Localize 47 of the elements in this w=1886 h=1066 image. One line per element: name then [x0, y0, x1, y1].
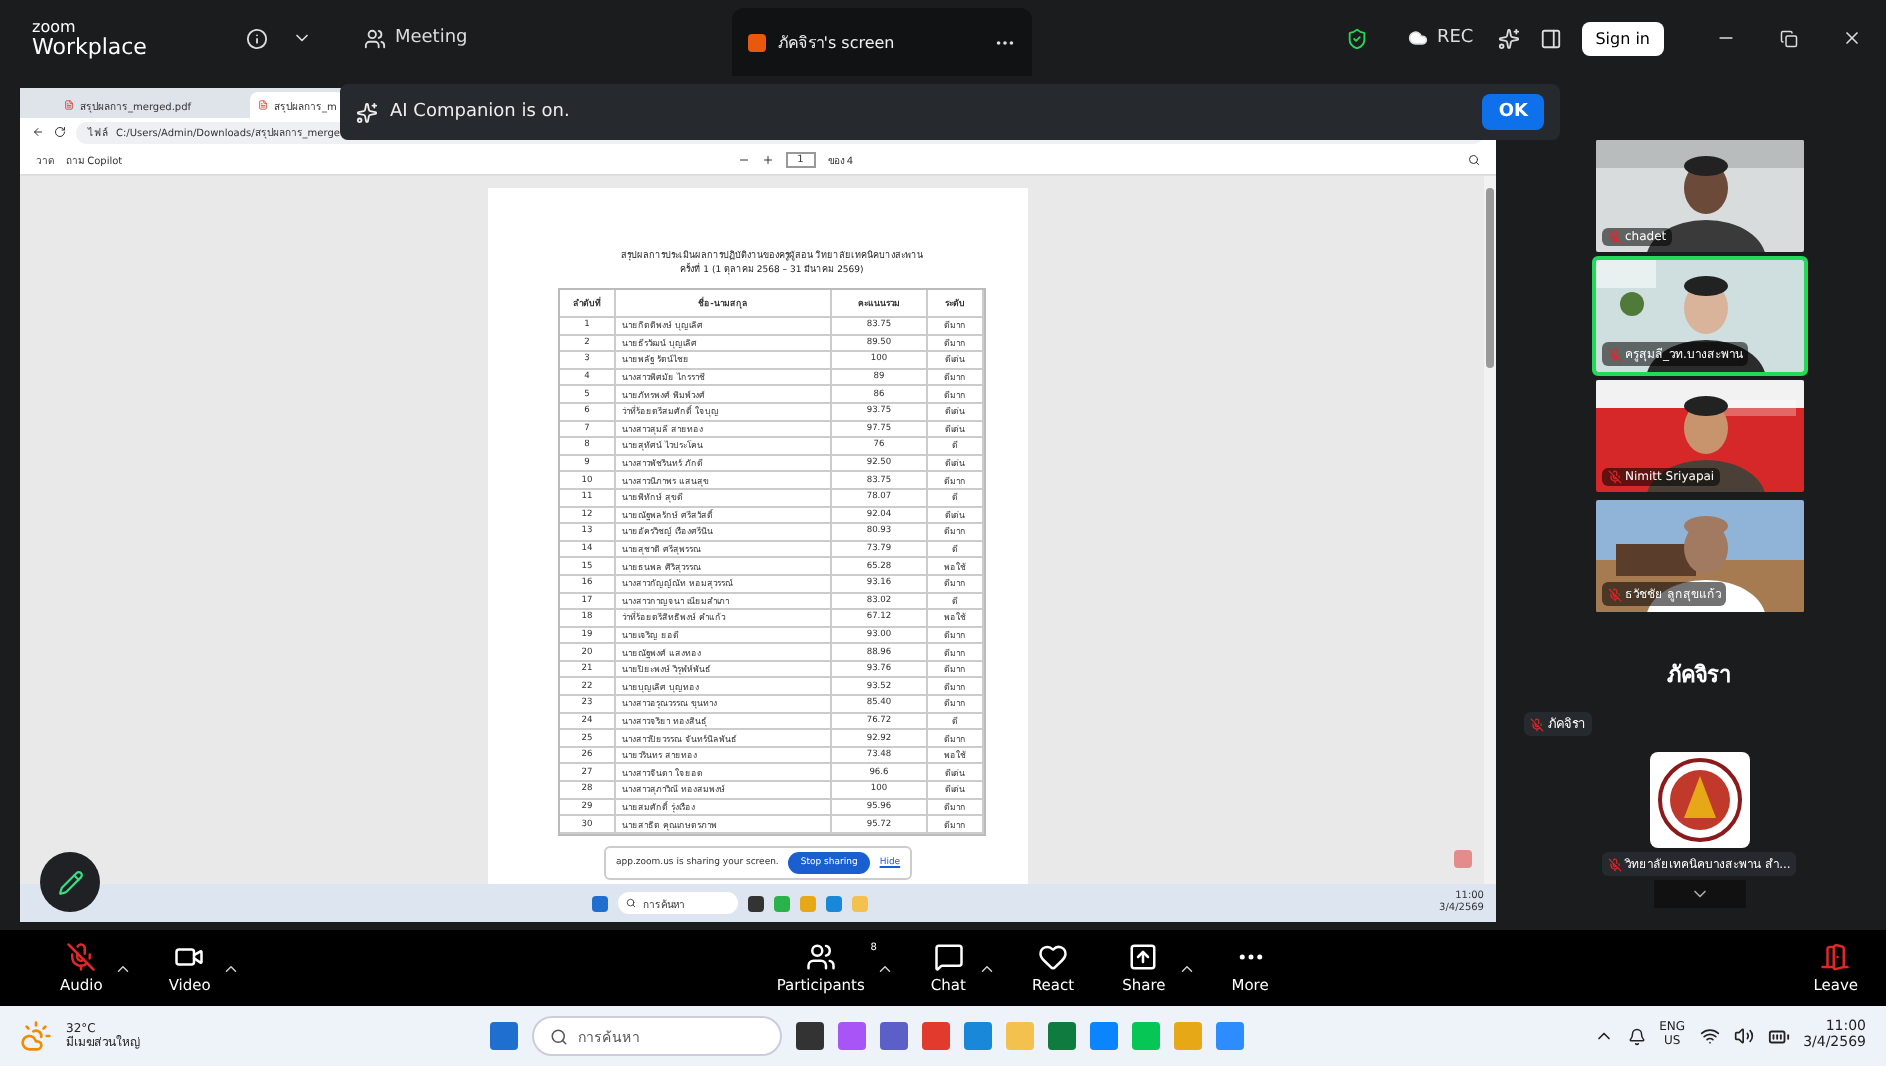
reload-icon[interactable] — [54, 126, 66, 138]
search-icon — [626, 898, 637, 908]
side-panel-icon[interactable] — [1539, 27, 1562, 49]
zoom-logo: zoom Workplace — [32, 19, 147, 57]
meeting-button[interactable]: Meeting — [360, 23, 472, 53]
people-icon — [364, 27, 387, 49]
info-icon[interactable] — [246, 27, 269, 49]
presenter-name: ภัคจิรา — [1667, 660, 1731, 692]
zoom-out-icon[interactable] — [737, 154, 750, 166]
ok-button[interactable]: OK — [1482, 94, 1544, 130]
cloud-icon — [1408, 28, 1429, 48]
screen-share-tab[interactable]: ภัคจิรา's screen — [731, 8, 1032, 76]
back-icon[interactable] — [32, 126, 44, 138]
close-icon — [1842, 28, 1862, 48]
app-icon[interactable] — [879, 1022, 908, 1050]
scrollbar[interactable] — [1484, 176, 1496, 884]
sign-in-button[interactable]: Sign in — [1581, 21, 1664, 55]
share-icon — [1128, 942, 1159, 972]
restore-icon — [1780, 29, 1798, 47]
windows-start-icon[interactable] — [592, 895, 609, 911]
pdf-icon — [1454, 850, 1472, 868]
participants-icon — [805, 942, 836, 972]
sparkle-icon[interactable] — [1497, 27, 1520, 49]
search-icon — [549, 1027, 568, 1045]
pdf-file-icon — [64, 100, 74, 110]
zoom-in-icon[interactable] — [761, 154, 774, 166]
pencil-icon — [57, 869, 83, 895]
exit-door-icon — [1820, 942, 1851, 972]
shield-icon[interactable] — [1346, 27, 1369, 49]
sparkle-icon — [356, 101, 378, 123]
notification-icon[interactable] — [1627, 1027, 1646, 1045]
ai-companion-toast: AI Companion is on. OK — [340, 84, 1560, 140]
restore-button[interactable] — [1776, 25, 1802, 51]
app-icon[interactable] — [795, 1022, 824, 1050]
battery-icon[interactable] — [1767, 1025, 1790, 1047]
video-tile[interactable] — [1649, 752, 1749, 848]
wifi-icon[interactable] — [1699, 1026, 1720, 1046]
heart-icon — [1038, 942, 1069, 972]
volume-icon[interactable] — [1733, 1026, 1754, 1046]
app-icon — [747, 33, 766, 51]
chat-icon — [933, 942, 964, 972]
windows-start-icon[interactable] — [489, 1022, 518, 1050]
video-camera-icon — [174, 942, 205, 972]
pdf-file-icon — [258, 100, 268, 110]
record-button[interactable]: REC — [1404, 24, 1478, 52]
search-icon[interactable] — [1468, 154, 1480, 166]
emblem-icon — [1657, 758, 1741, 842]
